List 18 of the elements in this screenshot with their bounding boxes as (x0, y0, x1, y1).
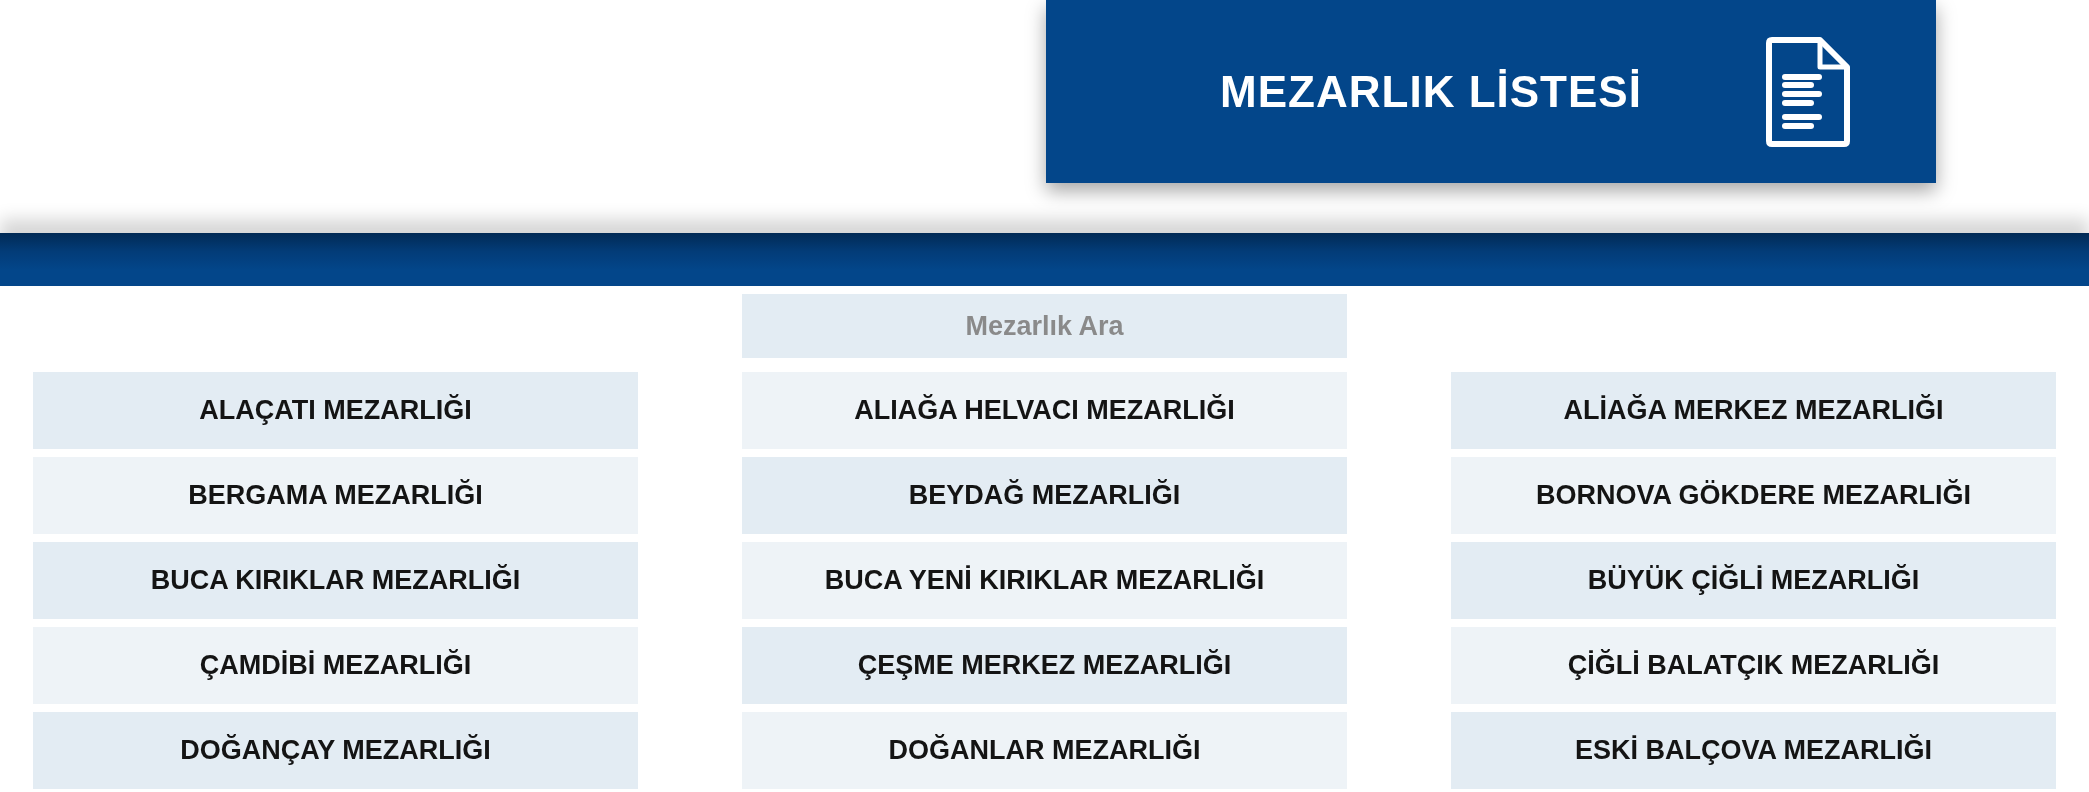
cemetery-link[interactable]: ALİAĞA MERKEZ MEZARLIĞI (1451, 372, 2056, 449)
cemetery-link[interactable]: BUCA YENİ KIRIKLAR MEZARLIĞI (742, 542, 1347, 619)
cemetery-link[interactable]: ÇEŞME MERKEZ MEZARLIĞI (742, 627, 1347, 704)
cemetery-link[interactable]: BÜYÜK ÇİĞLİ MEZARLIĞI (1451, 542, 2056, 619)
cemetery-link[interactable]: BORNOVA GÖKDERE MEZARLIĞI (1451, 457, 2056, 534)
cemetery-link[interactable]: BEYDAĞ MEZARLIĞI (742, 457, 1347, 534)
document-icon (1766, 36, 1850, 147)
cemetery-link[interactable]: ALIAĞA HELVACI MEZARLIĞI (742, 372, 1347, 449)
cemetery-link[interactable]: BERGAMA MEZARLIĞI (33, 457, 638, 534)
cemetery-link[interactable]: ALAÇATI MEZARLIĞI (33, 372, 638, 449)
cemetery-link[interactable]: ÇAMDİBİ MEZARLIĞI (33, 627, 638, 704)
search-field[interactable]: Mezarlık Ara (742, 294, 1347, 358)
cemetery-link[interactable]: DOĞANLAR MEZARLIĞI (742, 712, 1347, 789)
cemetery-link[interactable]: ESKİ BALÇOVA MEZARLIĞI (1451, 712, 2056, 789)
header-title: MEZARLIK LİSTESİ (1219, 66, 1643, 117)
cemetery-link[interactable]: BUCA KIRIKLAR MEZARLIĞI (33, 542, 638, 619)
cemetery-link[interactable]: ÇİĞLİ BALATÇIK MEZARLIĞI (1451, 627, 2056, 704)
cemetery-link[interactable]: DOĞANÇAY MEZARLIĞI (33, 712, 638, 789)
